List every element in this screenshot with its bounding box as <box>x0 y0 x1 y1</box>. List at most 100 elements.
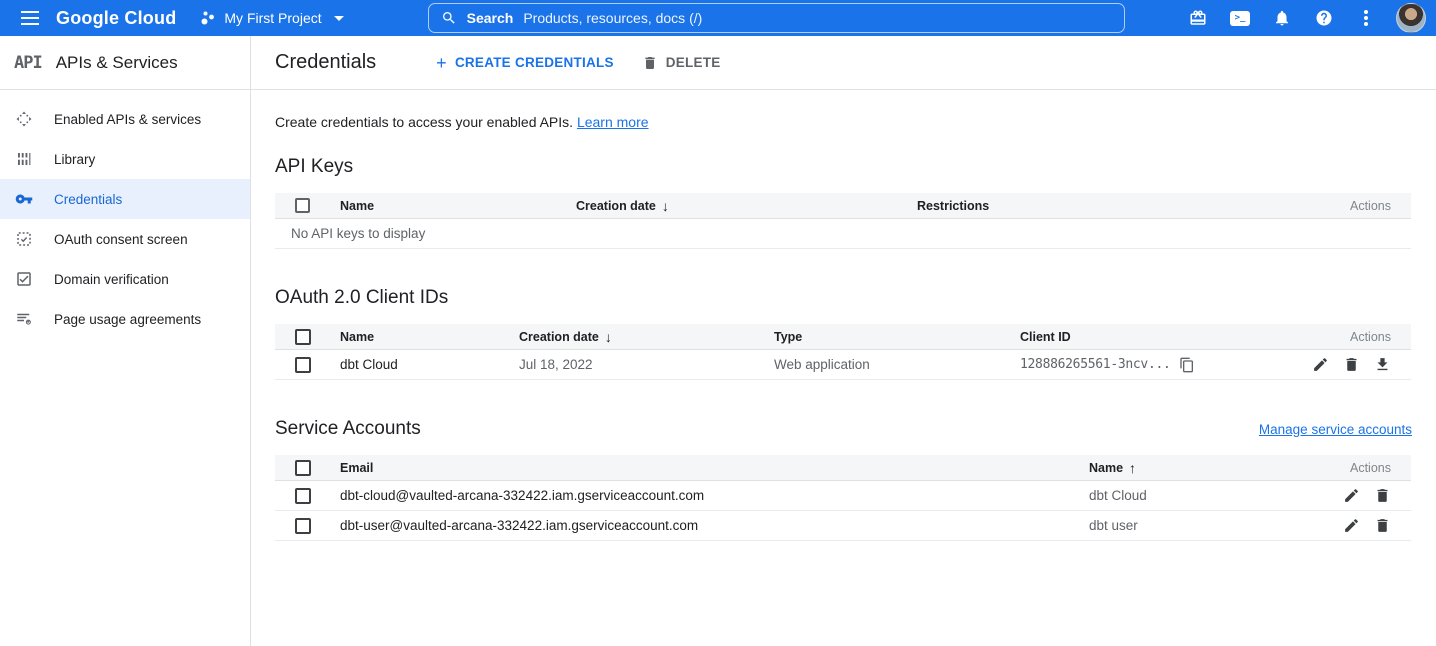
sidebar-item-label: OAuth consent screen <box>54 232 188 247</box>
topbar-actions: >_ <box>1180 0 1426 36</box>
key-icon <box>14 190 34 208</box>
search-icon <box>441 10 457 26</box>
enabled-apis-icon <box>14 110 34 128</box>
select-all-checkbox[interactable] <box>295 460 311 476</box>
sidebar-nav: Enabled APIs & services Library Credenti… <box>0 90 250 339</box>
oauth-client-name: dbt Cloud <box>340 357 519 372</box>
learn-more-link[interactable]: Learn more <box>577 114 649 130</box>
main-panel: Credentials + CREATE CREDENTIALS DELETE … <box>251 36 1436 646</box>
oauth-client-creation-date: Jul 18, 2022 <box>519 357 774 372</box>
sort-desc-icon: ↓ <box>662 198 669 214</box>
row-checkbox[interactable] <box>295 488 311 504</box>
row-actions <box>1311 517 1391 534</box>
oauth-header-row: Name Creation date ↓ Type Client ID Acti… <box>275 324 1411 350</box>
sidebar-item-domain-verification[interactable]: Domain verification <box>0 259 250 299</box>
api-keys-table: Name Creation date ↓ Restrictions Action… <box>275 193 1411 249</box>
service-accounts-table: Email Name ↑ Actions dbt-cloud@vaulted-a… <box>275 455 1411 541</box>
cloud-shell-glyph: >_ <box>1230 11 1250 26</box>
avatar[interactable] <box>1396 3 1426 33</box>
row-checkbox[interactable] <box>295 357 311 373</box>
domain-verification-icon <box>14 270 34 288</box>
sidebar-item-oauth-consent[interactable]: OAuth consent screen <box>0 219 250 259</box>
library-icon <box>14 150 34 168</box>
select-all-checkbox[interactable] <box>295 329 311 345</box>
column-header-creation-date[interactable]: Creation date ↓ <box>576 198 917 214</box>
row-checkbox[interactable] <box>295 518 311 534</box>
oauth-clients-table: Name Creation date ↓ Type Client ID Acti… <box>275 324 1411 380</box>
project-icon <box>198 9 216 27</box>
service-accounts-title: Service Accounts <box>275 418 421 440</box>
search-label: Search <box>467 10 514 26</box>
project-switcher[interactable]: My First Project <box>190 5 351 31</box>
column-header-name[interactable]: Name <box>340 199 576 213</box>
table-row: dbt-cloud@vaulted-arcana-332422.iam.gser… <box>275 481 1411 511</box>
sidebar-header: API APIs & Services <box>0 36 250 90</box>
oauth-client-type: Web application <box>774 357 1020 372</box>
sidebar-item-credentials[interactable]: Credentials <box>0 179 250 219</box>
table-row: dbt-user@vaulted-arcana-332422.iam.gserv… <box>275 511 1411 541</box>
sidebar-item-label: Page usage agreements <box>54 312 201 327</box>
delete-icon[interactable] <box>1374 487 1391 504</box>
table-row: dbt Cloud Jul 18, 2022 Web application 1… <box>275 350 1411 380</box>
sidebar-item-enabled-apis[interactable]: Enabled APIs & services <box>0 99 250 139</box>
sort-desc-icon: ↓ <box>605 329 612 345</box>
column-header-email[interactable]: Email <box>340 461 1089 475</box>
column-header-restrictions[interactable]: Restrictions <box>917 199 1321 213</box>
topbar: Google Cloud My First Project Search Pro… <box>0 0 1436 36</box>
api-keys-header-row: Name Creation date ↓ Restrictions Action… <box>275 193 1411 219</box>
column-header-actions: Actions <box>1321 199 1391 213</box>
row-actions <box>1291 356 1391 373</box>
delete-icon[interactable] <box>1374 517 1391 534</box>
menu-icon[interactable] <box>10 0 50 36</box>
create-credentials-button[interactable]: + CREATE CREDENTIALS <box>436 54 614 72</box>
manage-service-accounts-link[interactable]: Manage service accounts <box>1259 422 1412 437</box>
search-input[interactable]: Search Products, resources, docs (/) <box>428 3 1125 33</box>
service-account-email: dbt-user@vaulted-arcana-332422.iam.gserv… <box>340 518 1089 533</box>
api-logo-icon: API <box>14 53 42 73</box>
copy-icon[interactable] <box>1179 357 1195 373</box>
sidebar: API APIs & Services Enabled APIs & servi… <box>0 36 251 646</box>
column-header-client-id[interactable]: Client ID <box>1020 330 1291 344</box>
column-header-name[interactable]: Name <box>340 330 519 344</box>
column-header-type[interactable]: Type <box>774 330 1020 344</box>
page-title: Credentials <box>275 51 376 74</box>
sidebar-item-label: Domain verification <box>54 272 169 287</box>
edit-icon[interactable] <box>1312 356 1329 373</box>
gift-icon[interactable] <box>1180 0 1216 36</box>
api-keys-title: API Keys <box>275 156 1412 178</box>
delete-button[interactable]: DELETE <box>642 55 721 71</box>
select-all-checkbox[interactable] <box>295 198 310 213</box>
row-actions <box>1311 487 1391 504</box>
column-header-creation-date[interactable]: Creation date ↓ <box>519 329 774 345</box>
plus-icon: + <box>436 54 447 72</box>
chevron-down-icon <box>334 16 344 21</box>
edit-icon[interactable] <box>1343 517 1360 534</box>
sidebar-item-page-usage[interactable]: Page usage agreements <box>0 299 250 339</box>
service-accounts-title-row: Service Accounts Manage service accounts <box>275 418 1412 440</box>
google-cloud-logo[interactable]: Google Cloud <box>56 8 176 29</box>
service-account-name: dbt Cloud <box>1089 488 1311 503</box>
intro-text: Create credentials to access your enable… <box>275 114 1412 130</box>
service-account-email: dbt-cloud@vaulted-arcana-332422.iam.gser… <box>340 488 1089 503</box>
sidebar-item-label: Credentials <box>54 192 122 207</box>
oauth-consent-icon <box>14 230 34 248</box>
cloud-shell-icon[interactable]: >_ <box>1222 0 1258 36</box>
page-usage-icon <box>14 310 34 328</box>
search-placeholder: Products, resources, docs (/) <box>523 10 702 26</box>
sidebar-item-label: Enabled APIs & services <box>54 112 201 127</box>
edit-icon[interactable] <box>1343 487 1360 504</box>
notifications-icon[interactable] <box>1264 0 1300 36</box>
page-header: Credentials + CREATE CREDENTIALS DELETE <box>251 36 1436 90</box>
column-header-name[interactable]: Name ↑ <box>1089 460 1311 476</box>
service-account-name: dbt user <box>1089 518 1311 533</box>
sidebar-item-label: Library <box>54 152 95 167</box>
sidebar-item-library[interactable]: Library <box>0 139 250 179</box>
logo-text: Google Cloud <box>56 8 176 29</box>
delete-icon[interactable] <box>1343 356 1360 373</box>
column-header-actions: Actions <box>1291 330 1391 344</box>
project-name: My First Project <box>224 10 321 26</box>
help-icon[interactable] <box>1306 0 1342 36</box>
download-icon[interactable] <box>1374 356 1391 373</box>
sort-asc-icon: ↑ <box>1129 460 1136 476</box>
more-vert-icon[interactable] <box>1348 0 1384 36</box>
